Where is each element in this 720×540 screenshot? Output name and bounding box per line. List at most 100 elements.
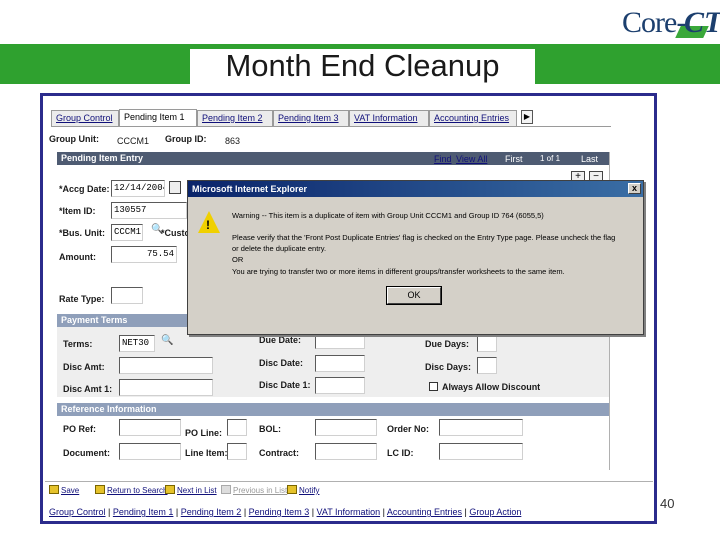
tab-pending-item-1[interactable]: Pending Item 1 (119, 109, 197, 126)
save-button[interactable]: Save (49, 485, 79, 495)
terms-input[interactable]: NET30 (119, 335, 155, 352)
bottom-link-group-control[interactable]: Group Control (49, 507, 106, 517)
notify-button[interactable]: Notify (287, 485, 319, 495)
po-ref-input[interactable] (119, 419, 181, 436)
group-unit-value: CCCM1 (117, 136, 150, 146)
toolbar-divider (45, 481, 653, 482)
next-in-list-button[interactable]: Next in List (165, 485, 217, 495)
order-no-input[interactable] (439, 419, 523, 436)
next-icon (165, 485, 175, 494)
pending-item-entry-title: Pending Item Entry (61, 153, 144, 163)
terms-label: Terms: (63, 339, 93, 349)
pager-text: 1 of 1 (540, 154, 561, 163)
amount-label: Amount: (59, 252, 96, 262)
first-link[interactable]: First (505, 154, 523, 164)
accounting-date-input[interactable]: 12/14/2004 (111, 180, 165, 197)
dialog-title: Microsoft Internet Explorer (192, 184, 308, 194)
find-link[interactable]: Find (434, 154, 452, 164)
dialog-line-3: or delete the duplicate entry. (232, 244, 327, 253)
disc-days-input[interactable] (477, 357, 497, 374)
terms-lookup-icon[interactable]: 🔍 (161, 335, 173, 346)
disc-amt-1-input[interactable] (119, 379, 213, 396)
tab-vat-information[interactable]: VAT Information (349, 110, 429, 126)
customer-label: *Custo (161, 228, 190, 238)
dialog-ok-button[interactable]: OK (386, 286, 442, 305)
dialog-line-5: You are trying to transfer two or more i… (232, 267, 565, 276)
tab-group-control[interactable]: Group Control (51, 110, 119, 126)
calendar-icon[interactable] (169, 181, 181, 194)
tab-pending-item-2[interactable]: Pending Item 2 (197, 110, 273, 126)
tab-scroll-right-icon[interactable]: ▶ (521, 110, 533, 124)
rate-type-label: Rate Type: (59, 294, 105, 304)
screenshot-frame: Group Control Pending Item 1 Pending Ite… (40, 93, 657, 524)
dialog-close-button[interactable]: x (628, 183, 641, 194)
return-to-search-label: Return to Search (107, 486, 168, 495)
reference-information-title: Reference Information (61, 404, 157, 414)
previous-in-list-button: Previous in List (221, 485, 287, 495)
reference-information-bar: Reference Information (57, 403, 609, 416)
save-button-label: Save (61, 486, 80, 495)
tab-pending-item-3[interactable]: Pending Item 3 (273, 110, 349, 126)
save-icon (49, 485, 59, 494)
bottom-link-accounting-entries[interactable]: Accounting Entries (387, 507, 462, 517)
notify-icon (287, 485, 297, 494)
amount-input[interactable]: 75.54 (111, 246, 177, 263)
always-allow-discount-label: Always Allow Discount (442, 382, 541, 392)
disc-amt-input[interactable] (119, 357, 213, 374)
dialog-line-1: Warning -- This item is a duplicate of i… (232, 211, 544, 220)
previous-icon (221, 485, 231, 494)
contract-input[interactable] (315, 443, 377, 460)
rate-type-input[interactable] (111, 287, 143, 304)
slide-title: Month End Cleanup (190, 49, 535, 84)
group-unit-label: Group Unit: (49, 134, 99, 144)
line-item-input[interactable] (227, 443, 247, 460)
group-id-value: 863 (225, 136, 241, 146)
document-input[interactable] (119, 443, 181, 460)
due-days-input[interactable] (477, 335, 497, 352)
line-item-label: Line Item: (185, 448, 228, 458)
document-label: Document: (63, 448, 110, 458)
last-link[interactable]: Last (581, 154, 598, 164)
disc-days-label: Disc Days: (425, 362, 472, 372)
accounting-date-label: *Accg Date: (59, 184, 110, 194)
pending-item-entry-bar: Pending Item Entry (57, 152, 609, 165)
logo-ct-text: CT (684, 6, 720, 39)
view-all-link[interactable]: View All (456, 154, 487, 164)
page-number: 40 (660, 496, 675, 511)
bottom-link-pending-item-2[interactable]: Pending Item 2 (181, 507, 242, 517)
disc-date-1-input[interactable] (315, 377, 365, 394)
bottom-nav: Group Control | Pending Item 1 | Pending… (49, 507, 522, 517)
item-id-label: *Item ID: (59, 206, 96, 216)
tab-divider (51, 126, 611, 127)
disc-date-input[interactable] (315, 355, 365, 372)
po-line-label: PO Line: (185, 428, 223, 438)
item-id-input[interactable]: 130557 (111, 202, 187, 219)
bol-label: BOL: (259, 424, 281, 434)
lc-id-input[interactable] (439, 443, 523, 460)
return-to-search-button[interactable]: Return to Search (95, 485, 167, 495)
due-days-label: Due Days: (425, 339, 470, 349)
bus-unit-input[interactable]: CCCM1 (111, 224, 143, 241)
warning-icon: ! (198, 211, 220, 233)
due-date-label: Due Date: (259, 335, 302, 345)
next-in-list-label: Next in List (177, 486, 217, 495)
disc-date-label: Disc Date: (259, 358, 304, 368)
bottom-link-pending-item-3[interactable]: Pending Item 3 (249, 507, 310, 517)
payment-terms-title: Payment Terms (61, 315, 128, 325)
duplicate-warning-dialog: Microsoft Internet Explorer x ! Warning … (187, 180, 644, 335)
return-icon (95, 485, 105, 494)
dialog-line-4: OR (232, 255, 244, 264)
po-line-input[interactable] (227, 419, 247, 436)
bol-input[interactable] (315, 419, 377, 436)
contract-label: Contract: (259, 448, 299, 458)
lc-id-label: LC ID: (387, 448, 414, 458)
always-allow-discount-checkbox[interactable] (429, 382, 438, 391)
bottom-link-pending-item-1[interactable]: Pending Item 1 (113, 507, 174, 517)
order-no-label: Order No: (387, 424, 430, 434)
bottom-link-group-action[interactable]: Group Action (469, 507, 521, 517)
bottom-link-vat-information[interactable]: VAT Information (317, 507, 381, 517)
tab-accounting-entries[interactable]: Accounting Entries (429, 110, 517, 126)
disc-amt-1-label: Disc Amt 1: (63, 384, 113, 394)
notify-label: Notify (299, 486, 320, 495)
bus-unit-label: *Bus. Unit: (59, 228, 105, 238)
